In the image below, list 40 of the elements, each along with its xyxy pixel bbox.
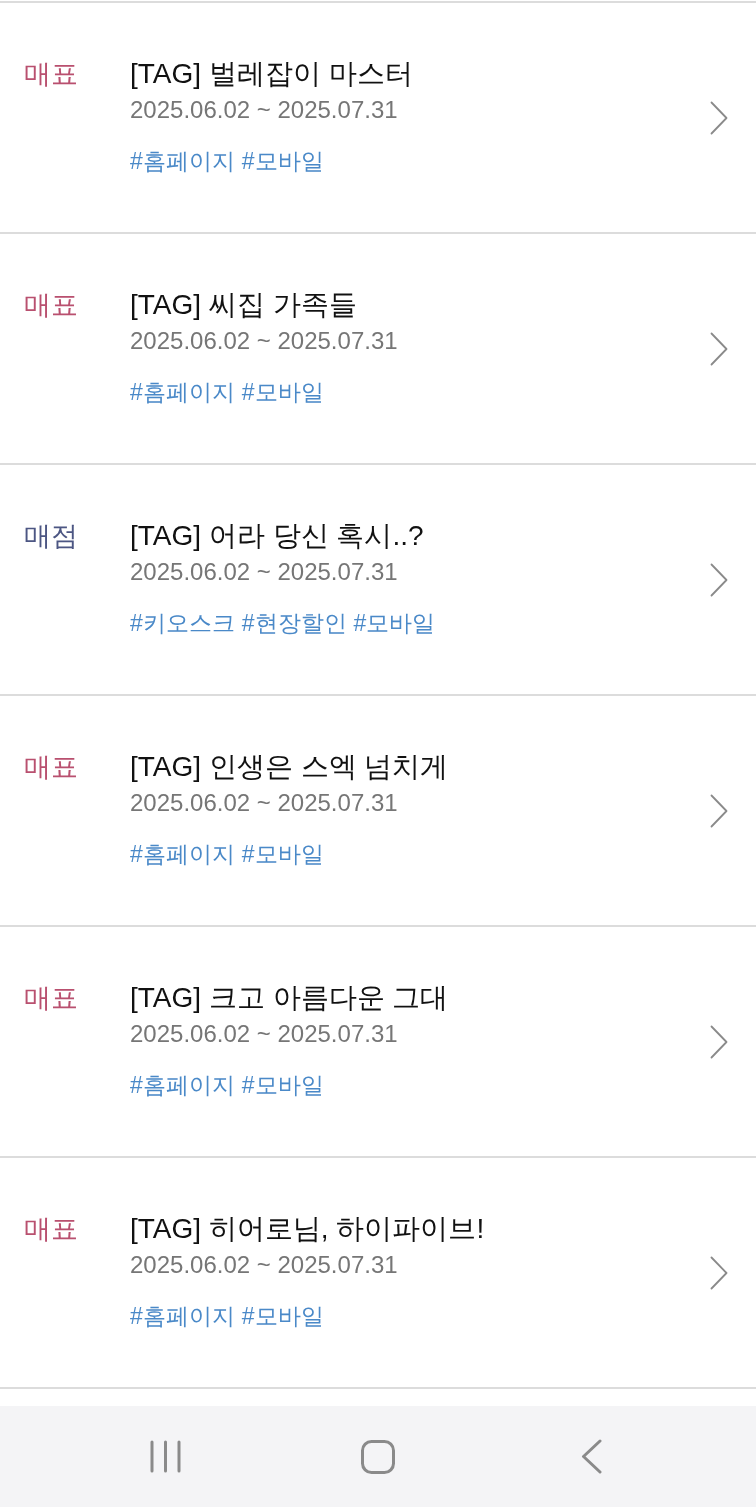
hashtag: #모바일 [241, 840, 324, 869]
chevron-right-icon [710, 100, 728, 135]
hashtag: #모바일 [353, 609, 436, 638]
category-label: 매표 [24, 751, 79, 784]
hashtag: #홈페이지 [130, 840, 235, 869]
home-icon[interactable] [361, 1439, 395, 1474]
category-label: 매표 [24, 982, 79, 1015]
hashtag: #홈페이지 [130, 1071, 235, 1100]
hashtag: #홈페이지 [130, 1302, 235, 1331]
event-period: 2025.06.02 ~ 2025.07.31 [130, 95, 398, 125]
hashtag: #현장할인 [241, 609, 347, 638]
event-title: [TAG] 인생은 스엑 넘치게 [130, 750, 449, 784]
chevron-right-icon [710, 1024, 728, 1059]
hashtag: #모바일 [241, 147, 324, 176]
chevron-right-icon [710, 1255, 728, 1290]
event-period: 2025.06.02 ~ 2025.07.31 [130, 1250, 398, 1280]
hashtag: #모바일 [241, 378, 324, 407]
hashtag: #홈페이지 [130, 378, 235, 407]
chevron-right-icon [710, 793, 728, 828]
back-icon[interactable] [580, 1439, 602, 1474]
category-label: 매표 [24, 58, 79, 91]
hashtag: #키오스크 [130, 609, 235, 638]
category-label: 매표 [24, 1213, 79, 1246]
recent-apps-icon[interactable] [149, 1440, 181, 1473]
event-title: [TAG] 벌레잡이 마스터 [130, 57, 413, 91]
event-period: 2025.06.02 ~ 2025.07.31 [130, 1019, 398, 1049]
category-label: 매점 [24, 520, 79, 553]
hashtag: #홈페이지 [130, 147, 235, 176]
event-title: [TAG] 씨집 가족들 [130, 288, 357, 322]
category-label: 매표 [24, 289, 79, 322]
event-title: [TAG] 어라 당신 혹시..? [130, 519, 424, 553]
event-period: 2025.06.02 ~ 2025.07.31 [130, 788, 398, 818]
chevron-right-icon [710, 562, 728, 597]
chevron-right-icon [710, 331, 728, 366]
event-period: 2025.06.02 ~ 2025.07.31 [130, 557, 398, 587]
event-period: 2025.06.02 ~ 2025.07.31 [130, 326, 398, 356]
hashtag: #모바일 [241, 1302, 324, 1331]
hashtag: #모바일 [241, 1071, 324, 1100]
event-title: [TAG] 크고 아름다운 그대 [130, 981, 449, 1015]
event-title: [TAG] 히어로님, 하이파이브! [130, 1212, 485, 1246]
